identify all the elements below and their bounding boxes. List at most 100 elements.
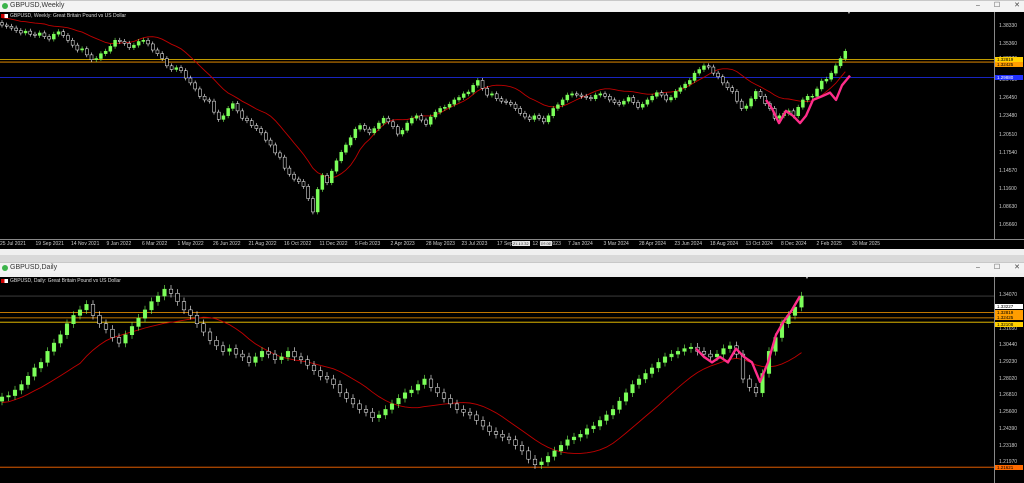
daily-candle-body [305,359,310,366]
weekly-candle-body [612,99,617,103]
weekly-candle-body [796,106,800,117]
weekly-candle-body [702,65,706,70]
weekly-candle-body [556,104,560,109]
weekly-chart-window[interactable]: GBPUSD,Weekly – ☐ ✕ GBPUSD, Weekly: Grea… [0,0,1024,255]
daily-candle-body [175,293,180,302]
weekly-candle-body [151,43,155,51]
daily-candle-body [370,411,375,418]
weekly-candle-body [730,87,734,92]
daily-candle-body [474,414,479,421]
close-button[interactable]: ✕ [1014,263,1020,273]
daily-candle-body [45,351,50,363]
price-tick-label: 1.23480 [999,113,1018,120]
weekly-shift-marker[interactable]: ▼ [846,12,852,16]
weekly-candle-body [23,30,28,34]
weekly-candle-body [518,108,522,114]
weekly-candle-body [631,97,636,103]
weekly-candle-body [485,88,489,96]
price-tick-label: 1.24390 [999,425,1018,432]
weekly-candle-body [575,93,579,96]
weekly-candle-body [99,53,103,59]
weekly-candle-body [9,26,14,29]
price-level-tag: 1.21621 [995,464,1023,470]
weekly-candle-body [56,31,61,35]
weekly-plot-area[interactable]: GBPUSD, Weekly: Great Britain Pound vs U… [0,12,994,239]
daily-candle-body [532,458,538,465]
weekly-candle-body [221,115,226,120]
weekly-candle-body [353,128,358,138]
daily-plot-area[interactable]: GBPUSD, Daily: Great Britain Pound vs US… [0,277,994,483]
weekly-candle-body [240,110,245,119]
daily-candle-body [246,356,252,363]
daily-candle-body [25,375,31,385]
daily-symbol-label: GBPUSD, Daily: Great Britain Pound vs US… [1,278,121,284]
daily-candle-body [19,384,24,391]
daily-candle-body [461,409,466,413]
time-tick-label: 26 Jun 2022 [213,241,241,247]
maximize-button[interactable]: ☐ [994,1,1000,11]
daily-candle-body [539,461,544,465]
daily-candle-body [116,337,122,344]
weekly-candle-body [287,167,292,175]
time-tick-label: 1 May 2022 [177,241,204,247]
weekly-candle-body [683,83,687,89]
weekly-price-axis[interactable]: 1.383301.353601.329701.294801.264501.234… [994,12,1024,239]
weekly-candle-body [226,108,230,117]
close-button[interactable]: ✕ [1014,1,1020,11]
daily-candle-body [149,301,154,311]
weekly-candle-body [37,32,42,36]
daily-candle-body [584,428,590,435]
weekly-candle-body [33,33,37,36]
daily-titlebar[interactable]: GBPUSD,Daily – ☐ ✕ [0,263,1024,273]
weekly-candle-body [103,50,108,54]
daily-candle-body [142,309,148,319]
daily-candle-body [6,395,11,398]
daily-candle-body [136,317,141,327]
weekly-candle-body [678,87,683,92]
weekly-candle-body [636,102,640,108]
daily-candle-body [38,362,44,369]
price-tick-label: 1.05660 [999,221,1018,228]
daily-candle-body [123,334,128,344]
daily-candle-body [350,398,356,405]
daily-candle-body [285,351,291,358]
daily-candle-body [500,434,505,438]
weekly-candle-body [725,82,730,89]
weekly-candle-body [570,93,574,96]
daily-shift-marker[interactable]: ▼ [804,277,810,281]
daily-chart-window[interactable]: GBPUSD,Daily – ☐ ✕ GBPUSD, Daily: Great … [0,262,1024,483]
weekly-candle-body [655,92,659,97]
weekly-time-axis[interactable]: 21.10.22 09:00 25 Jul 2021 19 Sep 2021 14 … [0,239,1024,249]
daily-candle-body [233,348,239,355]
minimize-button[interactable]: – [976,263,980,273]
weekly-candle-body [212,100,216,113]
weekly-candle-body [278,152,282,158]
daily-price-axis[interactable]: 1.34070 1.31650 1.29230 1.26810 1.24390 1.219… [994,277,1024,483]
daily-candle-body [181,301,187,311]
weekly-candle-body [645,99,650,105]
daily-candle-body [383,409,388,416]
daily-candle-body [357,403,362,410]
daily-candles [0,285,994,469]
time-tick-label: 6 Mar 2022 [142,241,168,247]
minimize-button[interactable]: – [976,1,980,11]
price-level-tag: 1.29880 [995,75,1023,81]
weekly-candle-body [433,111,438,118]
daily-candle-body [84,304,89,311]
daily-candle-body [493,431,499,435]
weekly-candle-body [202,96,207,101]
weekly-candle-body [132,44,136,48]
maximize-button[interactable]: ☐ [994,263,1000,273]
weekly-candle-body [372,128,376,134]
weekly-titlebar[interactable]: GBPUSD,Weekly – ☐ ✕ [0,1,1024,11]
daily-candle-body [513,439,518,446]
weekly-candle-body [829,72,833,80]
daily-candle-body [32,367,37,377]
daily-candle-body [279,356,284,360]
daily-candle-body [272,353,278,360]
daily-candle-body [58,334,63,344]
daily-candle-body [227,348,232,352]
daily-candle-body [656,362,661,369]
weekly-candle-body [424,119,428,125]
weekly-candle-body [363,125,367,130]
